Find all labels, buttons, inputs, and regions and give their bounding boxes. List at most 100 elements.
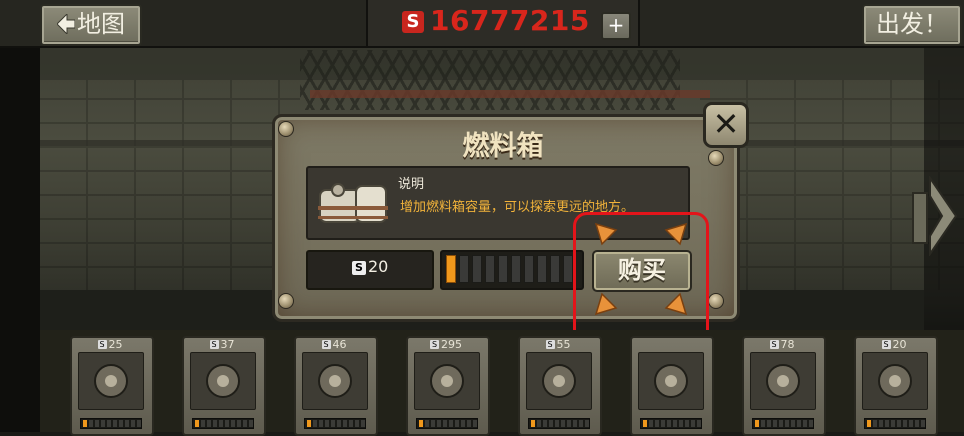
level-segment xyxy=(567,420,571,427)
level-segment xyxy=(498,255,508,283)
level-segment xyxy=(449,420,453,427)
level-segment xyxy=(685,420,689,427)
shop-item-level-bar xyxy=(304,418,366,429)
level-segment xyxy=(873,420,877,427)
rivet xyxy=(278,293,294,309)
level-segment xyxy=(219,420,223,427)
dialog-title: 燃料箱 xyxy=(462,131,544,162)
shop-item-level-bar xyxy=(192,418,254,429)
level-segment xyxy=(425,420,429,427)
level-segment xyxy=(524,255,534,283)
level-segment xyxy=(791,420,795,427)
level-segment xyxy=(213,420,217,427)
map-button[interactable]: 地图 xyxy=(40,4,142,46)
level-segment xyxy=(691,420,695,427)
currency-icon: S xyxy=(402,11,424,33)
level-segment xyxy=(107,420,111,427)
close-x-icon: ✕ xyxy=(712,105,740,143)
gearbox-icon xyxy=(190,352,256,410)
level-segment xyxy=(803,420,807,427)
level-segment xyxy=(443,420,447,427)
level-segment xyxy=(550,255,560,283)
level-segment xyxy=(667,420,671,427)
fuel-tank-icon xyxy=(318,183,388,223)
level-segment xyxy=(225,420,229,427)
level-segment xyxy=(655,420,659,427)
level-segment xyxy=(307,420,311,427)
level-segment xyxy=(867,420,871,427)
level-segment xyxy=(697,420,701,427)
shop-item-level-bar xyxy=(864,418,926,429)
right-arrow-icon[interactable] xyxy=(928,176,958,256)
level-segment xyxy=(909,420,913,427)
level-segment xyxy=(473,420,477,427)
shop-item-price: S 25 xyxy=(70,338,150,351)
level-segment xyxy=(779,420,783,427)
level-segment xyxy=(561,420,565,427)
level-segment xyxy=(89,420,93,427)
level-segment xyxy=(437,420,441,427)
speaker-icon xyxy=(638,352,704,410)
level-segment xyxy=(921,420,925,427)
shop-item-price: S 46 xyxy=(294,338,374,351)
level-segment xyxy=(459,255,469,283)
level-segment xyxy=(467,420,471,427)
level-segment xyxy=(446,255,456,283)
level-segment xyxy=(915,420,919,427)
level-segment xyxy=(337,420,341,427)
shop-item-price-value: 37 xyxy=(220,338,235,351)
close-button[interactable]: ✕ xyxy=(703,102,749,148)
level-segment xyxy=(419,420,423,427)
level-segment xyxy=(563,255,573,283)
level-segment xyxy=(579,420,583,427)
level-segment xyxy=(355,420,359,427)
shop-item-level-bar xyxy=(416,418,478,429)
level-segment xyxy=(761,420,765,427)
level-segment xyxy=(243,420,247,427)
shop-item-price-value: 55 xyxy=(556,338,571,351)
level-segment xyxy=(673,420,677,427)
price-value: 20 xyxy=(368,257,389,276)
level-segment xyxy=(755,420,759,427)
wheel-icon xyxy=(302,352,368,410)
shop-item-price-value: 46 xyxy=(332,338,347,351)
highlight-frame xyxy=(573,212,709,345)
ceiling-truss xyxy=(300,50,680,110)
level-segment xyxy=(119,420,123,427)
drill-icon xyxy=(526,352,592,410)
level-segment xyxy=(125,420,129,427)
level-segment xyxy=(361,420,365,427)
right-nav-stripe xyxy=(912,192,928,244)
depart-button[interactable]: 出发！ xyxy=(862,4,962,46)
level-segment xyxy=(137,420,141,427)
level-segment xyxy=(573,420,577,427)
shop-item-price: S 295 xyxy=(406,338,486,351)
shop-item-price-value: 78 xyxy=(780,338,795,351)
level-segment xyxy=(585,420,589,427)
rivet xyxy=(708,293,724,309)
level-segment xyxy=(785,420,789,427)
level-segment xyxy=(113,420,117,427)
level-segment xyxy=(897,420,901,427)
rifle-icon xyxy=(414,352,480,410)
level-segment xyxy=(531,420,535,427)
shop-item-price: S 78 xyxy=(742,338,822,351)
currency-icon: S xyxy=(321,340,331,349)
shop-item-price: S 20 xyxy=(854,338,934,351)
level-segment xyxy=(643,420,647,427)
frame-icon xyxy=(750,352,816,410)
level-segment xyxy=(472,255,482,283)
level-segment xyxy=(809,420,813,427)
level-segment xyxy=(555,420,559,427)
level-segment xyxy=(95,420,99,427)
level-segment xyxy=(343,420,347,427)
shop-item-level-bar xyxy=(528,418,590,429)
add-money-button[interactable]: + xyxy=(601,12,631,40)
left-arrow-icon xyxy=(56,6,76,42)
money-value: 16777215 xyxy=(430,4,590,37)
description-title: 说明 xyxy=(398,177,425,192)
shop-item-price: S 37 xyxy=(182,338,262,351)
level-segment xyxy=(661,420,665,427)
level-segment xyxy=(485,255,495,283)
currency-icon: S xyxy=(769,340,779,349)
